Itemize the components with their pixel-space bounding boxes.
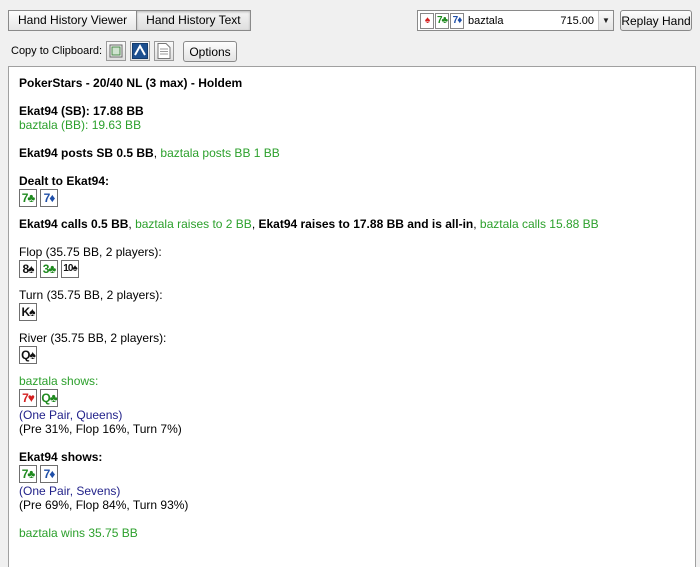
tab-hand-history-text[interactable]: Hand History Text [137, 10, 251, 31]
mini-card: 7♦ [450, 12, 464, 29]
showdown-ekat94-label: Ekat94 shows: [19, 450, 103, 464]
river-cards: Q♠ [19, 346, 695, 365]
turn-cards: K♠ [19, 303, 695, 322]
hand-header: PokerStars - 20/40 NL (3 max) - Holdem [19, 76, 243, 90]
mini-card: 7♣ [435, 12, 449, 29]
playing-card: 3♣ [40, 260, 58, 278]
hand-select-dropdown[interactable]: ♠ 7♣ 7♦ baztala 715.00 ▼ [417, 10, 614, 31]
hand-select-cards: ♠ 7♣ 7♦ [418, 12, 464, 29]
tab-hand-history-viewer[interactable]: Hand History Viewer [8, 10, 138, 31]
action-call: Ekat94 calls 0.5 BB [19, 217, 129, 231]
playing-card: 8♠ [19, 260, 37, 278]
playing-card: 7♣ [19, 465, 37, 483]
action-allin: Ekat94 raises to 17.88 BB and is all-in [258, 217, 474, 231]
blinds-line: Ekat94 posts SB 0.5 BB, baztala posts BB… [19, 146, 695, 160]
playing-card: 7♣ [19, 189, 37, 207]
showdown-baztala-equity: (Pre 31%, Flop 16%, Turn 7%) [19, 422, 182, 436]
replay-hand-button[interactable]: Replay Hand [620, 10, 692, 31]
showdown-ekat94-equity: (Pre 69%, Flop 84%, Turn 93%) [19, 498, 189, 512]
action-raise: baztala raises to 2 BB [135, 217, 252, 231]
winner-line: baztala wins 35.75 BB [19, 526, 138, 540]
copy-text-icon[interactable] [154, 41, 174, 61]
showdown-baztala-cards: 7♥ Q♣ [19, 389, 695, 408]
mini-card: ♠ [420, 12, 434, 29]
copy-forum-icon[interactable] [130, 41, 150, 61]
playing-card: Q♠ [19, 346, 37, 364]
showdown-ekat94-cards: 7♣ 7♦ [19, 465, 695, 484]
playing-card: 7♥ [19, 389, 37, 407]
dealt-cards: 7♣ 7♦ [19, 189, 695, 208]
hand-select-player: baztala [468, 14, 504, 27]
separator: , [473, 217, 480, 231]
action-call-allin: baztala calls 15.88 BB [479, 217, 599, 231]
playing-card: 7♦ [40, 189, 58, 207]
river-label: River (35.75 BB, 2 players): [19, 331, 167, 345]
flop-label: Flop (35.75 BB, 2 players): [19, 245, 162, 259]
showdown-ekat94-hand: (One Pair, Sevens) [19, 484, 121, 498]
seat-line-baztala: baztala (BB): 19.63 BB [19, 118, 142, 132]
hand-history-panel: PokerStars - 20/40 NL (3 max) - Holdem E… [8, 66, 696, 567]
dealt-label: Dealt to Ekat94: [19, 174, 110, 188]
flop-cards: 8♠ 3♣ 10♠ [19, 260, 695, 279]
seat-line-ekat94: Ekat94 (SB): 17.88 BB [19, 104, 144, 118]
playing-card: 7♦ [40, 465, 58, 483]
hand-select-amount: 715.00 [560, 14, 594, 27]
copy-image-icon[interactable] [106, 41, 126, 61]
turn-label: Turn (35.75 BB, 2 players): [19, 288, 163, 302]
playing-card: K♠ [19, 303, 37, 321]
post-sb: Ekat94 posts SB 0.5 BB [19, 146, 154, 160]
playing-card: 10♠ [61, 260, 79, 278]
showdown-baztala-hand: (One Pair, Queens) [19, 408, 123, 422]
preflop-actions: Ekat94 calls 0.5 BB, baztala raises to 2… [19, 217, 695, 231]
copy-to-clipboard-label: Copy to Clipboard: [11, 45, 103, 57]
showdown-baztala-label: baztala shows: [19, 374, 99, 388]
playing-card: Q♣ [40, 389, 58, 407]
view-tabs: Hand History Viewer Hand History Text [8, 10, 251, 31]
options-button[interactable]: Options [183, 41, 237, 62]
chevron-down-icon[interactable]: ▼ [598, 11, 613, 30]
post-bb: baztala posts BB 1 BB [160, 146, 280, 160]
